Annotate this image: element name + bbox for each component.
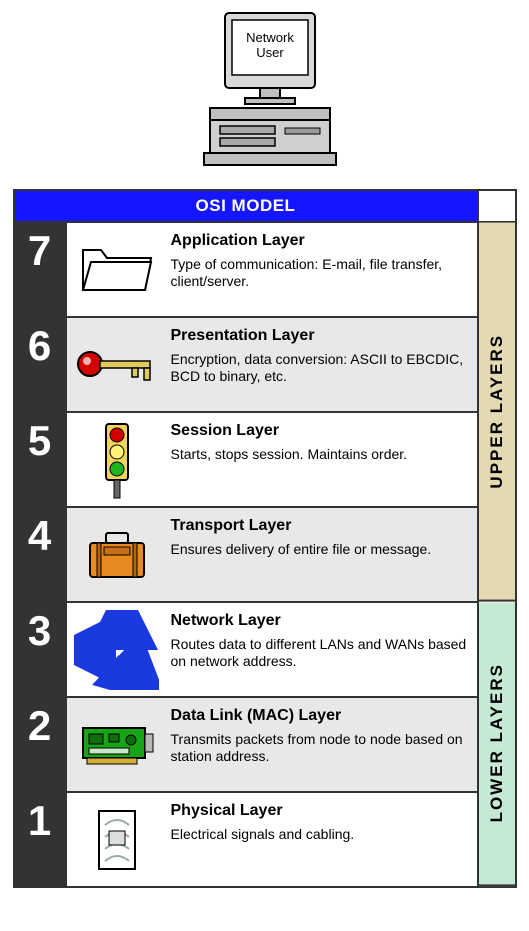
svg-text:Network: Network xyxy=(246,30,294,45)
layer-name: Transport Layer xyxy=(171,516,469,535)
layer-desc: Ensures delivery of entire file or messa… xyxy=(171,541,469,558)
layer-number: 4 xyxy=(15,508,67,601)
layer-row-4: 4 Transport Layer Ensures delivery of en… xyxy=(15,506,477,601)
layer-desc: Electrical signals and cabling. xyxy=(171,826,469,843)
title-bar: OSI MODEL xyxy=(15,191,477,221)
layer-number: 5 xyxy=(15,413,67,506)
layer-number: 7 xyxy=(15,223,67,316)
layer-row-3: 3 Network Layer Rou xyxy=(15,601,477,696)
svg-text:User: User xyxy=(256,45,284,60)
network-user-computer: Network User xyxy=(190,8,340,183)
layer-name: Application Layer xyxy=(171,231,469,250)
layer-name: Presentation Layer xyxy=(171,326,469,345)
layer-name: Network Layer xyxy=(171,611,469,630)
layer-number: 6 xyxy=(15,318,67,411)
side-column: UPPER LAYERS LOWER LAYERS xyxy=(477,191,515,886)
layer-desc: Starts, stops session. Maintains order. xyxy=(171,446,469,463)
routing-arrows-icon xyxy=(67,603,167,696)
layer-desc: Encryption, data conversion: ASCII to EB… xyxy=(171,351,469,385)
layer-name: Data Link (MAC) Layer xyxy=(171,706,469,725)
layer-desc: Type of communication: E-mail, file tran… xyxy=(171,256,469,290)
layer-number: 3 xyxy=(15,603,67,696)
layer-row-2: 2 Data Link (MAC) Layer Transmits packet xyxy=(15,696,477,791)
traffic-light-icon xyxy=(67,413,167,506)
layer-row-7: 7 Application Layer Type of communicatio… xyxy=(15,221,477,316)
layer-row-5: 5 Session Layer Starts, stops session. M… xyxy=(15,411,477,506)
layer-number: 2 xyxy=(15,698,67,791)
osi-model-table: OSI MODEL 7 Application Layer Type of co… xyxy=(13,189,517,888)
layer-name: Physical Layer xyxy=(171,801,469,820)
network-card-icon xyxy=(67,698,167,791)
cabling-icon xyxy=(67,793,167,886)
key-icon xyxy=(67,318,167,411)
layer-name: Session Layer xyxy=(171,421,469,440)
folder-icon xyxy=(67,223,167,316)
layer-row-6: 6 Presentation Layer Encryption, data co… xyxy=(15,316,477,411)
layer-desc: Transmits packets from node to node base… xyxy=(171,731,469,765)
upper-layers-label: UPPER LAYERS xyxy=(479,223,515,602)
layer-number: 1 xyxy=(15,793,67,886)
suitcase-icon xyxy=(67,508,167,601)
layer-desc: Routes data to different LANs and WANs b… xyxy=(171,636,469,670)
layer-row-1: 1 Physical Layer Electrical signals and … xyxy=(15,791,477,886)
lower-layers-label: LOWER LAYERS xyxy=(479,602,515,886)
